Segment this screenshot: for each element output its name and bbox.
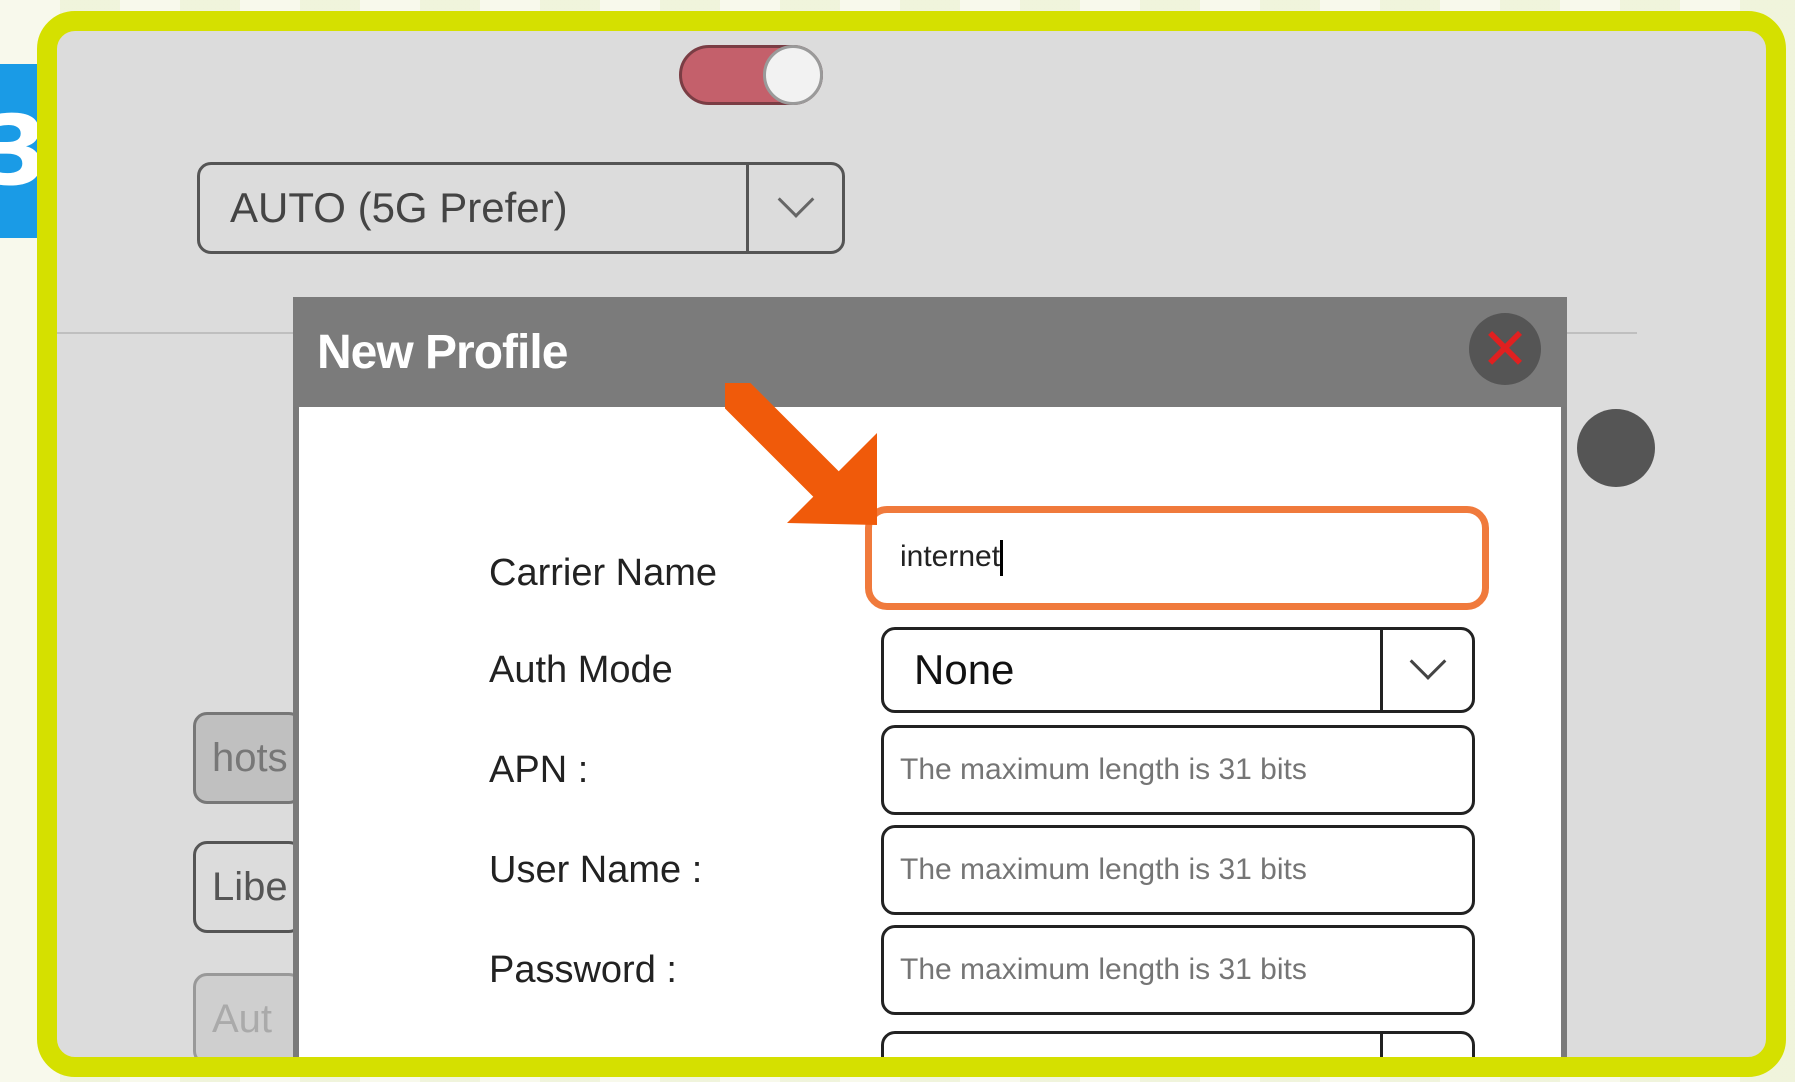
auth-mode-value: None <box>914 646 1015 693</box>
background-button-label: Libe <box>212 864 288 909</box>
background-button-auto[interactable]: Aut <box>193 973 303 1057</box>
network-mode-dropdown-button[interactable] <box>746 165 842 251</box>
background-button-hotspot[interactable]: hots <box>193 712 303 804</box>
ip-type-select[interactable]: IPV4 <box>881 1031 1475 1077</box>
dialog-title: New Profile <box>317 325 568 379</box>
password-input[interactable] <box>884 953 1472 987</box>
text-cursor <box>1000 540 1004 577</box>
ip-type-label: IP Type <box>489 1051 617 1077</box>
network-mode-select[interactable]: AUTO (5G Prefer) <box>197 162 845 254</box>
auth-mode-dropdown-button[interactable] <box>1380 630 1472 710</box>
background-button-label: Aut <box>212 996 273 1041</box>
enable-toggle[interactable] <box>679 45 823 105</box>
ip-type-value: IPV4 <box>914 1050 1006 1077</box>
user-name-field[interactable] <box>881 825 1475 915</box>
chevron-down-icon <box>777 181 814 218</box>
chevron-down-icon <box>1409 1047 1446 1057</box>
close-icon: ✕ <box>1480 315 1530 383</box>
carrier-name-value: internet <box>900 539 1001 573</box>
background-button-liberty[interactable]: Libe <box>193 841 303 933</box>
dialog-header: New Profile ✕ <box>293 297 1567 407</box>
chevron-down-icon <box>1409 643 1446 680</box>
carrier-name-input: internet <box>884 539 1472 577</box>
router-settings-page: AUTO (5G Prefer) hots Libe Aut New Profi… <box>57 31 1766 1057</box>
user-name-input[interactable] <box>884 853 1472 887</box>
apn-input[interactable] <box>884 753 1472 787</box>
network-mode-value: AUTO (5G Prefer) <box>230 184 568 231</box>
ip-type-dropdown-button[interactable] <box>1380 1034 1472 1057</box>
background-round-button[interactable] <box>1577 409 1655 487</box>
pointer-arrow-icon <box>725 383 877 525</box>
auth-mode-select[interactable]: None <box>881 627 1475 713</box>
carrier-name-label: Carrier Name <box>489 552 718 594</box>
background-button-label: hots <box>212 735 288 780</box>
new-profile-dialog: New Profile ✕ Carrier Name internet Auth… <box>293 297 1567 1077</box>
carrier-name-field[interactable]: internet <box>881 515 1475 601</box>
apn-label: APN : <box>489 749 589 791</box>
password-field[interactable] <box>881 925 1475 1015</box>
password-label: Password : <box>489 949 677 991</box>
apn-field[interactable] <box>881 725 1475 815</box>
toggle-knob <box>763 45 823 105</box>
close-button[interactable]: ✕ <box>1469 313 1541 385</box>
auth-mode-label: Auth Mode <box>489 649 673 691</box>
screenshot-frame: AUTO (5G Prefer) hots Libe Aut New Profi… <box>37 11 1786 1077</box>
user-name-label: User Name : <box>489 849 703 891</box>
